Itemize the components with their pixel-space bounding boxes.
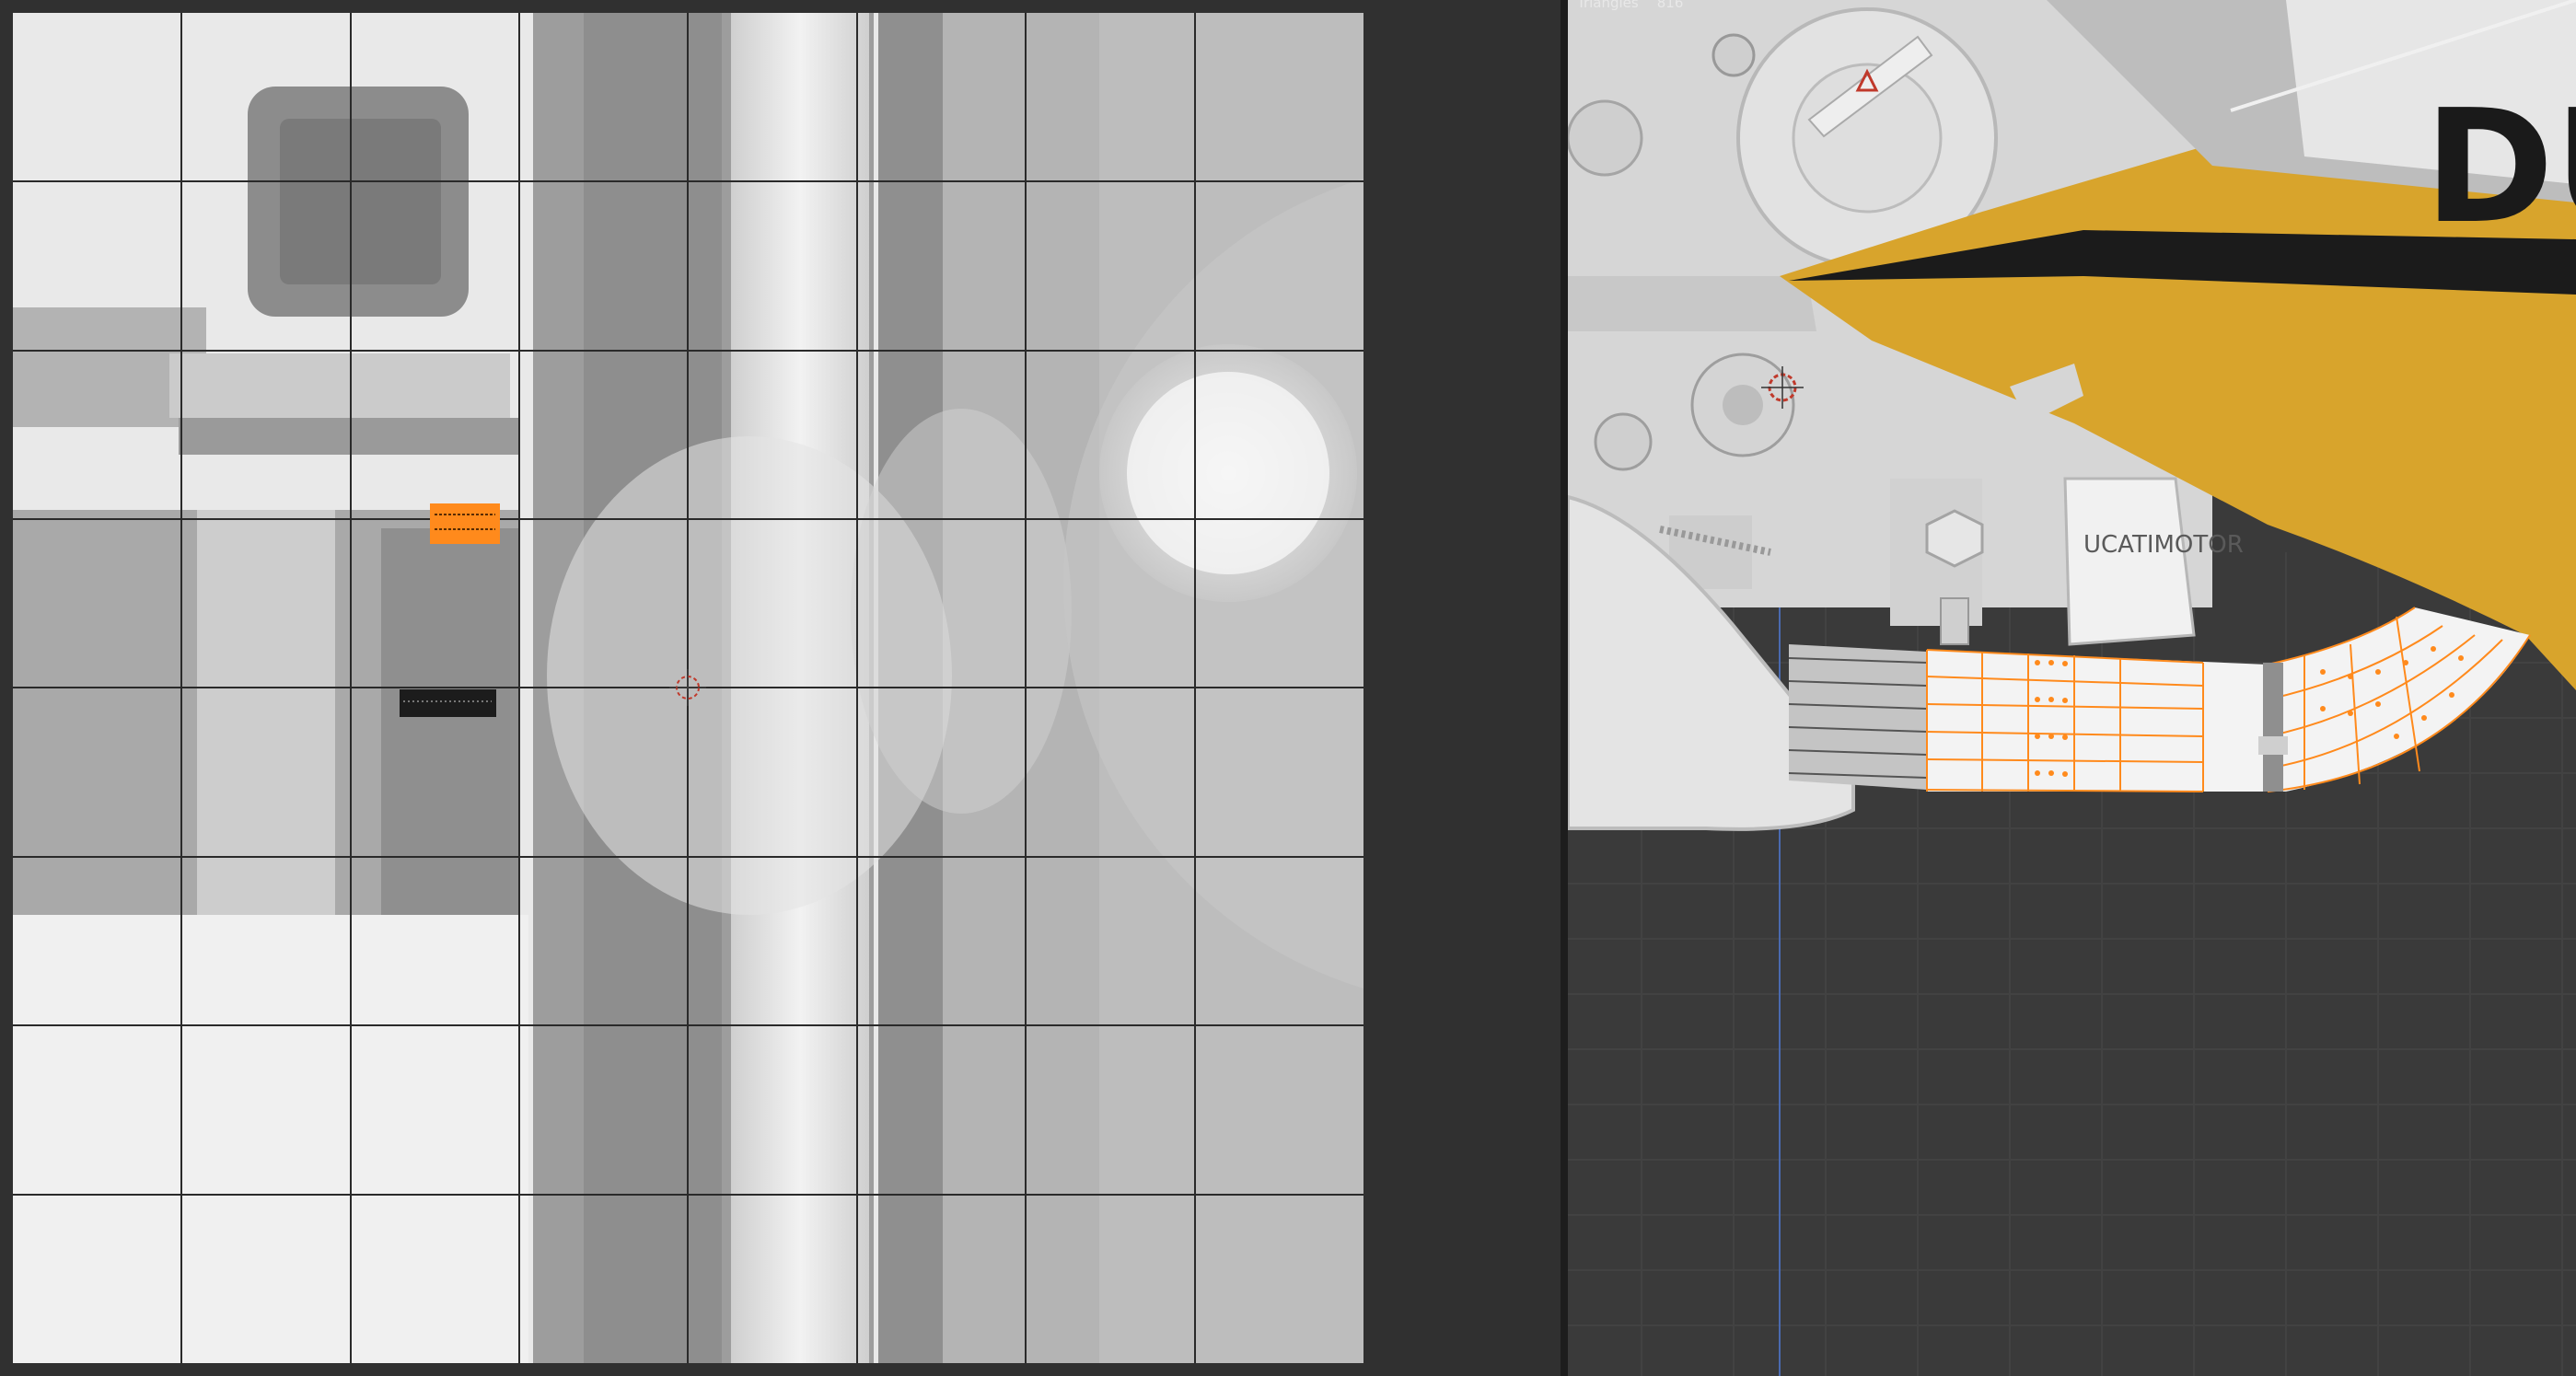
uv-texture-image: [13, 13, 1363, 1363]
viewport-scene: UCATIMOTOR DU: [1568, 0, 2576, 1376]
viewport-stats-overlay: Triangles 816: [1577, 0, 1683, 11]
editor-area-divider[interactable]: [1561, 0, 1568, 1376]
selected-uv-island[interactable]: [430, 503, 500, 544]
oil-filter-model[interactable]: UCATIMOTOR: [2063, 477, 2244, 646]
fairing-lettering: DU: [2424, 76, 2576, 259]
stats-label: Triangles: [1577, 0, 1639, 11]
uv-island[interactable]: [400, 689, 496, 717]
exhaust-pipe-wire[interactable]: [1788, 644, 1928, 790]
uv-texture-canvas[interactable]: [13, 13, 1363, 1363]
3d-viewport[interactable]: UCATIMOTOR DU: [1568, 0, 2576, 1376]
uv-editor[interactable]: [0, 0, 1561, 1376]
oil-filter-logo: UCATIMOTOR: [2083, 531, 2244, 559]
selected-exhaust-pipe[interactable]: [1926, 607, 2531, 792]
stats-value: 816: [1656, 0, 1684, 11]
